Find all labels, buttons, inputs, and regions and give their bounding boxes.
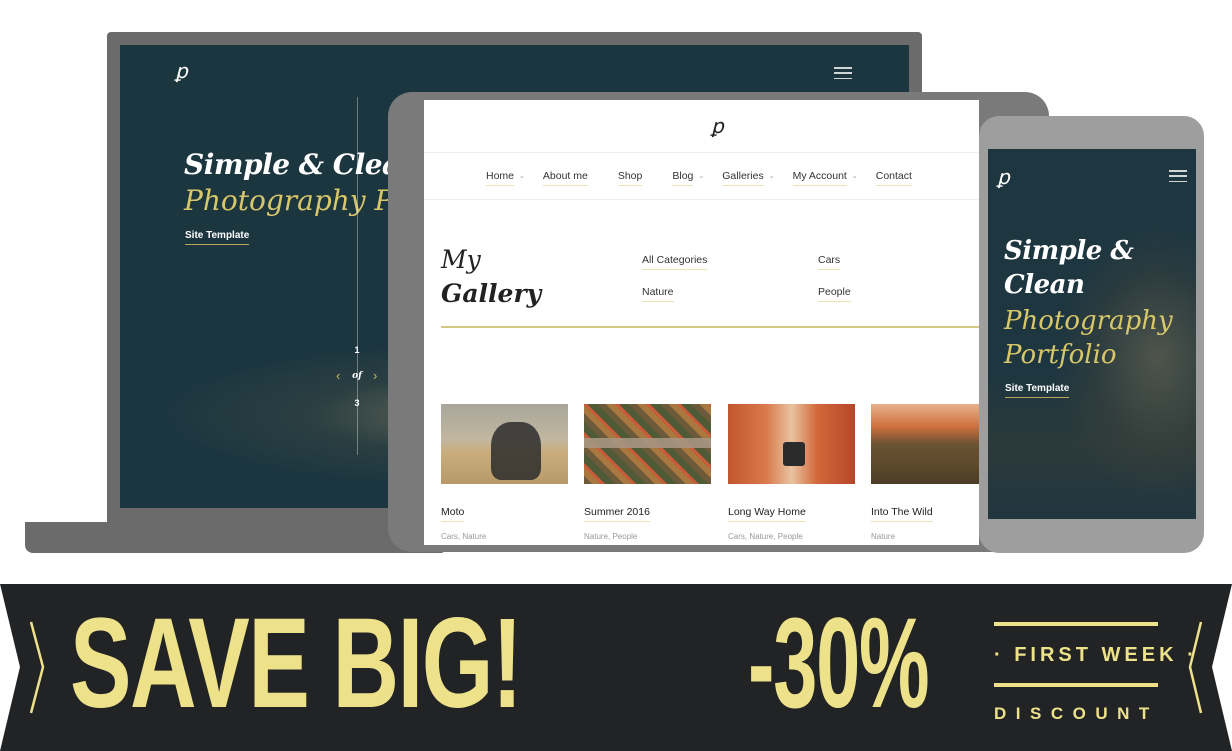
- category-people[interactable]: People: [818, 286, 851, 302]
- hero-title: Simple & Clean: [1004, 236, 1134, 300]
- slide-separator: of: [352, 371, 362, 381]
- gallery-card-title[interactable]: Summer 2016: [584, 506, 650, 522]
- chevron-right-icon[interactable]: ›: [373, 368, 377, 383]
- p-logo-icon[interactable]: ꝑ: [711, 116, 724, 136]
- banner-rule: [994, 622, 1158, 626]
- discount-label: DISCOUNT: [994, 704, 1159, 723]
- category-all[interactable]: All Categories: [642, 254, 708, 270]
- nav-label: Galleries: [722, 170, 764, 186]
- tablet-screen: ꝑ Home ⌄ About me Shop Blog ⌄ Galleries …: [424, 100, 979, 545]
- gallery-card[interactable]: Long Way Home Cars, Nature, People: [728, 404, 855, 541]
- hamburger-icon[interactable]: [1169, 170, 1187, 182]
- slide-total: 3: [354, 398, 360, 408]
- gallery-card[interactable]: Into The Wild Nature: [871, 404, 979, 541]
- hamburger-icon[interactable]: [834, 67, 852, 79]
- gallery-image[interactable]: [584, 404, 711, 484]
- nav-item-contact[interactable]: Contact: [875, 170, 912, 186]
- hero-subtitle: Photography Portfolio: [1004, 306, 1173, 370]
- nav-label: Contact: [875, 170, 912, 186]
- gallery-card-tags: Cars, Nature, People: [728, 532, 803, 541]
- nav-divider: [424, 199, 979, 200]
- p-logo-icon[interactable]: ꝑ: [175, 61, 188, 81]
- gallery-title-line2: Gallery: [441, 279, 542, 308]
- chevron-down-icon: ⌄: [851, 173, 858, 180]
- main-nav: Home ⌄ About me Shop Blog ⌄ Galleries ⌄ …: [486, 170, 930, 186]
- p-logo-icon[interactable]: ꝑ: [997, 167, 1010, 187]
- gallery-card-tags: Cars, Nature: [441, 532, 487, 541]
- gallery-card-title[interactable]: Long Way Home: [728, 506, 806, 522]
- hero-title: Simple & Clean: [184, 148, 420, 181]
- nav-item-shop[interactable]: Shop: [617, 170, 643, 186]
- gallery-title: My Gallery: [441, 243, 541, 311]
- gallery-image[interactable]: [728, 404, 855, 484]
- nav-label: Shop: [617, 170, 643, 186]
- nav-label: About me: [542, 170, 588, 186]
- nav-label: Blog: [672, 170, 694, 186]
- nav-label: My Account: [792, 170, 847, 186]
- nav-item-home[interactable]: Home ⌄: [486, 170, 525, 186]
- slide-current: 1: [354, 345, 360, 355]
- gallery-title-line1: My: [441, 245, 481, 274]
- chevron-down-icon: ⌄: [698, 173, 705, 180]
- banner-rule: [994, 683, 1158, 687]
- gallery-card-tags: Nature, People: [584, 532, 638, 541]
- gallery-card-title[interactable]: Into The Wild: [871, 506, 933, 522]
- gallery-card-title[interactable]: Moto: [441, 506, 465, 522]
- laptop-base: [25, 522, 445, 553]
- first-week-label: · FIRST WEEK ·: [994, 644, 1198, 666]
- nav-item-about-me[interactable]: About me: [542, 170, 588, 186]
- category-nature[interactable]: Nature: [642, 286, 674, 302]
- phone-screen: ꝑ Simple & Clean Photography Portfolio S…: [988, 149, 1196, 519]
- chevron-down-icon: ⌄: [768, 173, 775, 180]
- chevron-down-icon: ⌄: [519, 173, 525, 180]
- nav-label: Home: [486, 170, 515, 186]
- site-template-link[interactable]: Site Template: [1005, 383, 1070, 398]
- banner-headline: SAVE BIG!: [70, 592, 523, 735]
- chevron-left-icon[interactable]: ‹: [336, 368, 340, 383]
- header-divider: [424, 152, 979, 153]
- nav-item-blog[interactable]: Blog ⌄: [672, 170, 704, 186]
- discount-value: -30%: [748, 592, 930, 735]
- gallery-card[interactable]: Moto Cars, Nature: [441, 404, 568, 541]
- nav-item-my-account[interactable]: My Account ⌄: [792, 170, 858, 186]
- category-cars[interactable]: Cars: [818, 254, 841, 270]
- site-template-link[interactable]: Site Template: [185, 230, 250, 245]
- nav-item-galleries[interactable]: Galleries ⌄: [722, 170, 775, 186]
- gallery-divider: [441, 326, 979, 328]
- gallery-image[interactable]: [441, 404, 568, 484]
- gallery-card[interactable]: Summer 2016 Nature, People: [584, 404, 711, 541]
- gallery-card-tags: Nature: [871, 532, 896, 541]
- gallery-image[interactable]: [871, 404, 979, 484]
